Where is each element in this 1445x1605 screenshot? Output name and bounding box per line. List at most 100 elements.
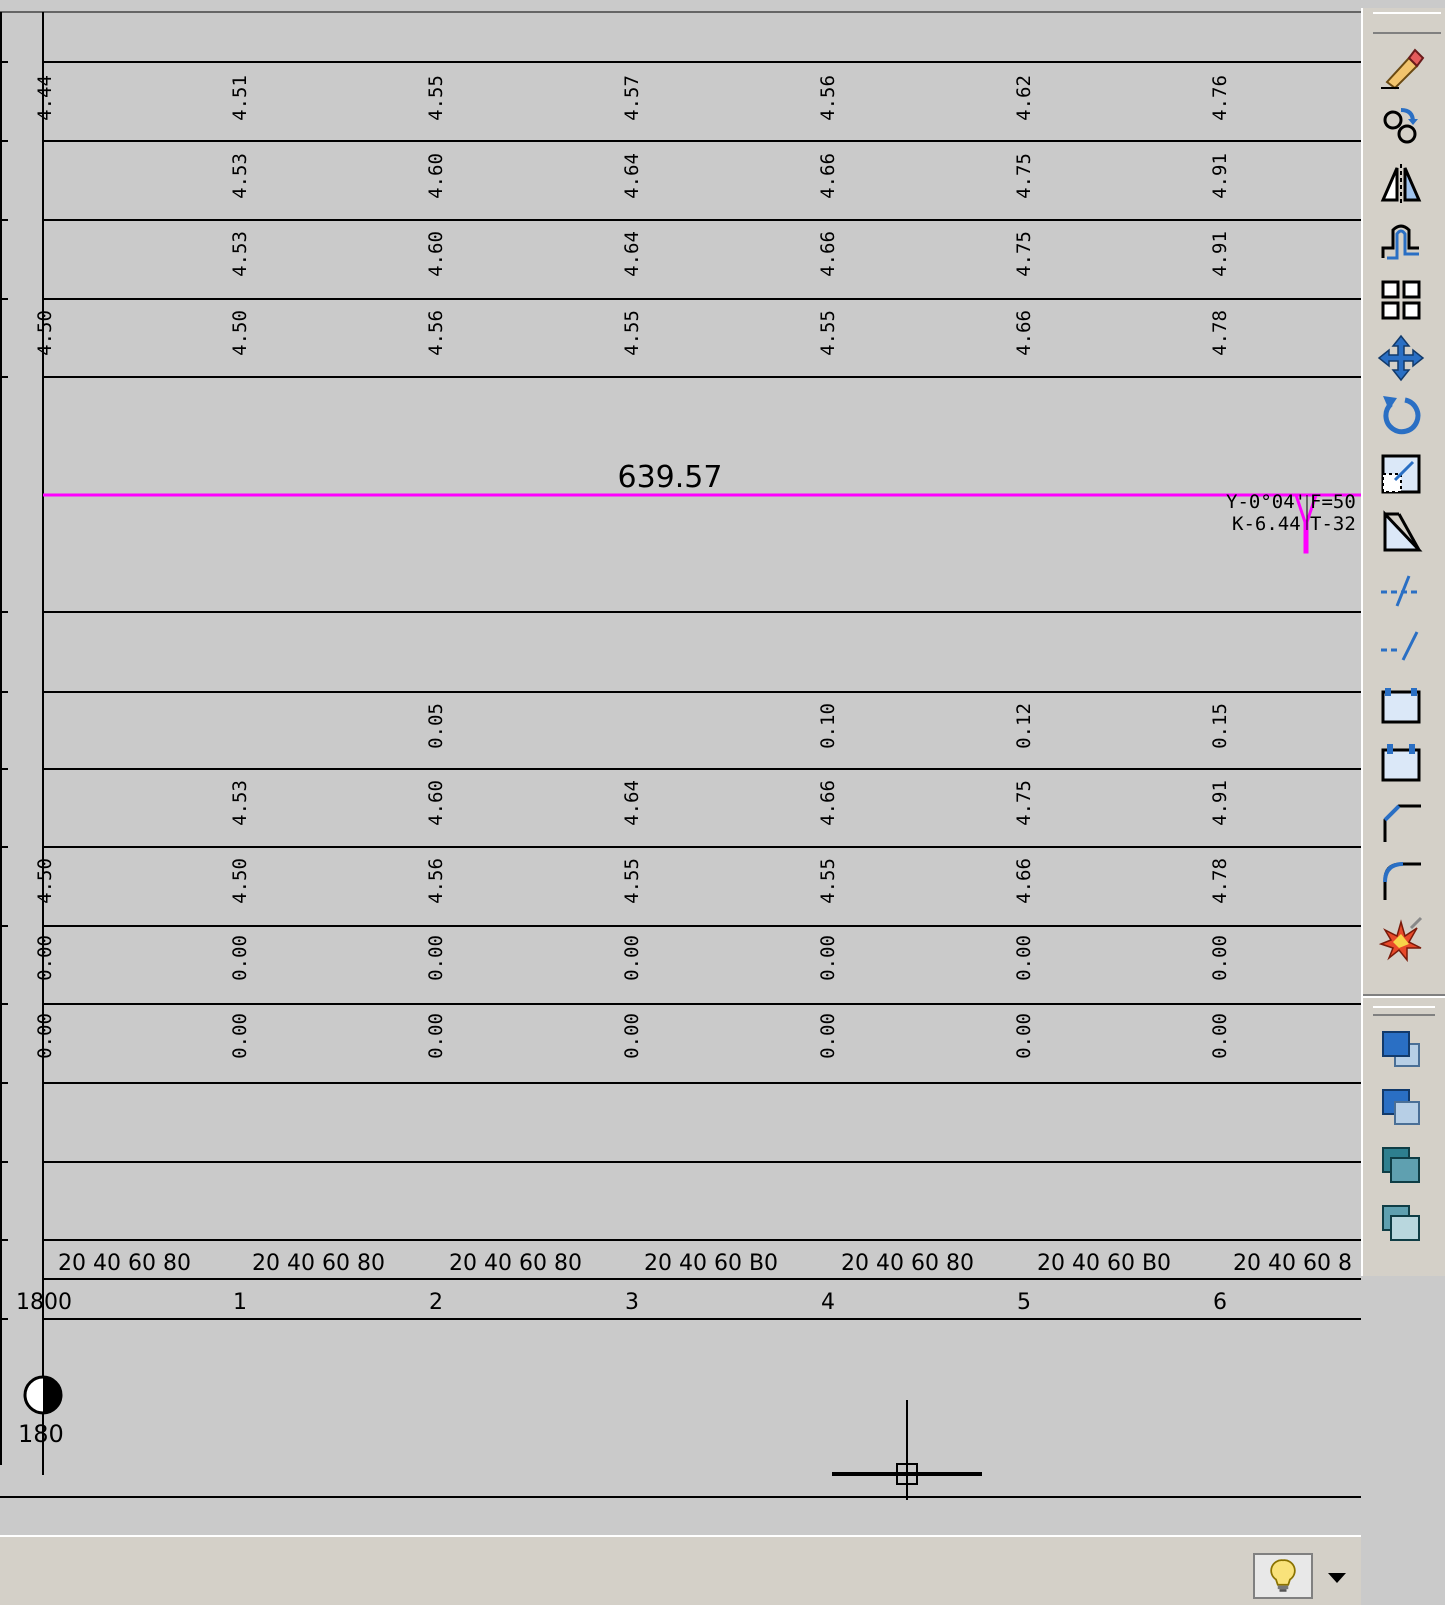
table-cell: 4.75 [1013, 231, 1035, 277]
table-cell: 4.55 [817, 310, 839, 356]
table-cell: 4.64 [621, 780, 643, 826]
bring-to-front-button[interactable] [1373, 1022, 1429, 1078]
chamfer-button[interactable] [1373, 794, 1429, 850]
table-cell: 0.00 [1013, 935, 1035, 981]
table-cell: 0.10 [817, 703, 839, 749]
ruler-subtick-label: 20 40 60 80 [449, 1251, 582, 1276]
modify-toolbar [1361, 8, 1445, 1276]
station-start-label: 1800 [16, 1290, 72, 1315]
status-bar [0, 1535, 1361, 1605]
table-cell: 4.50 [229, 310, 251, 356]
mirror-button[interactable] [1373, 156, 1429, 212]
ruler-subtick-label: 20 40 60 B0 [644, 1251, 778, 1276]
section-marker-label: 180 [18, 1420, 64, 1448]
draworder-tool-group [1363, 1020, 1445, 1254]
station-label: 2 [429, 1290, 443, 1315]
modify-tool-group [1363, 38, 1445, 968]
ruler-subtick-label: 20 40 60 B0 [1037, 1251, 1171, 1276]
toolbar-separator [1363, 994, 1445, 998]
stretch-button[interactable] [1373, 504, 1429, 560]
left-panel-ticks [1, 61, 8, 1320]
break-button[interactable] [1373, 736, 1429, 792]
explode-icon [1378, 916, 1423, 962]
table-cell: 4.78 [1209, 310, 1231, 356]
table-cell: 4.60 [425, 231, 447, 277]
curve-label-k: K-6.44 [1232, 513, 1301, 535]
station-label: 3 [625, 1290, 639, 1315]
table-cell: 4.75 [1013, 153, 1035, 199]
rotate-button[interactable] [1373, 388, 1429, 444]
table-cell: 0.00 [1013, 1013, 1035, 1059]
bring-above-button[interactable] [1373, 1138, 1429, 1194]
trim-button[interactable] [1373, 562, 1429, 618]
table-cell: 0.00 [817, 1013, 839, 1059]
ruler-subtick-label: 20 40 60 80 [252, 1251, 385, 1276]
send-under-button[interactable] [1373, 1196, 1429, 1252]
extend-button[interactable] [1373, 620, 1429, 676]
station-label: 4 [821, 1290, 835, 1315]
table-cell-left: 4.50 [34, 858, 56, 904]
table-cell: 4.76 [1209, 75, 1231, 121]
station-ruler: 20 40 60 80 20 40 60 80 20 40 60 80 20 40 6… [16, 1251, 1352, 1315]
rotate-icon [1383, 396, 1421, 435]
erase-icon [1381, 48, 1425, 90]
table-cell: 4.66 [817, 231, 839, 277]
scale-button[interactable] [1373, 446, 1429, 502]
station-label: 5 [1017, 1290, 1031, 1315]
mirror-icon [1380, 164, 1422, 204]
table-cell-left: 0.00 [34, 1013, 56, 1059]
table-cell: 0.00 [229, 1013, 251, 1059]
drawing-canvas[interactable]: 4.44 4.51 4.55 4.57 4.56 4.62 4.76 4.53 4.60 4.64… [0, 0, 1445, 1603]
crosshair-cursor [832, 1400, 982, 1500]
ruler-subtick-label: 20 40 60 80 [841, 1251, 974, 1276]
table-cell: 4.53 [229, 780, 251, 826]
send-to-back-icon [1382, 1089, 1420, 1125]
send-to-back-button[interactable] [1373, 1080, 1429, 1136]
table-cell: 0.00 [1209, 1013, 1231, 1059]
tray-settings-button[interactable] [1253, 1553, 1313, 1599]
erase-button[interactable] [1373, 40, 1429, 96]
move-button[interactable] [1373, 330, 1429, 386]
curve-label-y: Y-0°04' [1226, 491, 1306, 513]
table-cell: 4.55 [621, 310, 643, 356]
offset-button[interactable] [1373, 214, 1429, 270]
table-cell: 0.00 [229, 935, 251, 981]
chamfer-icon [1383, 804, 1421, 842]
extend-icon [1381, 631, 1419, 661]
array-button[interactable] [1373, 272, 1429, 328]
table-cell: 0.00 [817, 935, 839, 981]
table-cell-left: 4.50 [34, 310, 56, 356]
fillet-button[interactable] [1373, 852, 1429, 908]
section-marker-half [43, 1377, 61, 1413]
table-cell-left: 4.44 [34, 75, 56, 121]
copy-icon [1383, 108, 1418, 144]
trim-icon [1381, 575, 1421, 607]
table-cell: 4.55 [425, 75, 447, 121]
table-cell: 4.56 [425, 310, 447, 356]
bring-above-icon [1382, 1147, 1420, 1183]
table-cell: 4.51 [229, 75, 251, 121]
lightbulb-icon [1270, 1559, 1296, 1592]
table-cell: 4.55 [817, 858, 839, 904]
break-at-point-icon [1381, 688, 1421, 724]
data-table: 4.44 4.51 4.55 4.57 4.56 4.62 4.76 4.53 4.60 4.64… [34, 75, 1231, 1059]
tray-menu-arrow-icon[interactable] [1328, 1573, 1346, 1583]
table-cell: 0.00 [621, 935, 643, 981]
draworder-grip[interactable] [1373, 1006, 1435, 1016]
ruler-subtick-label: 20 40 60 8 [1233, 1251, 1352, 1276]
table-cell: 4.53 [229, 153, 251, 199]
section-marker: 180 [18, 1375, 64, 1448]
offset-icon [1381, 224, 1419, 260]
table-cell: 4.64 [621, 153, 643, 199]
send-under-icon [1382, 1205, 1420, 1241]
copy-button[interactable] [1373, 98, 1429, 154]
table-cell: 4.60 [425, 153, 447, 199]
toolbar-grip[interactable] [1373, 12, 1441, 34]
length-label: 639.57 [618, 460, 723, 495]
table-cell: 4.66 [1013, 858, 1035, 904]
break-at-point-button[interactable] [1373, 678, 1429, 734]
table-cell: 0.00 [425, 1013, 447, 1059]
table-cell: 0.00 [425, 935, 447, 981]
table-cell: 4.57 [621, 75, 643, 121]
explode-button[interactable] [1373, 910, 1429, 966]
